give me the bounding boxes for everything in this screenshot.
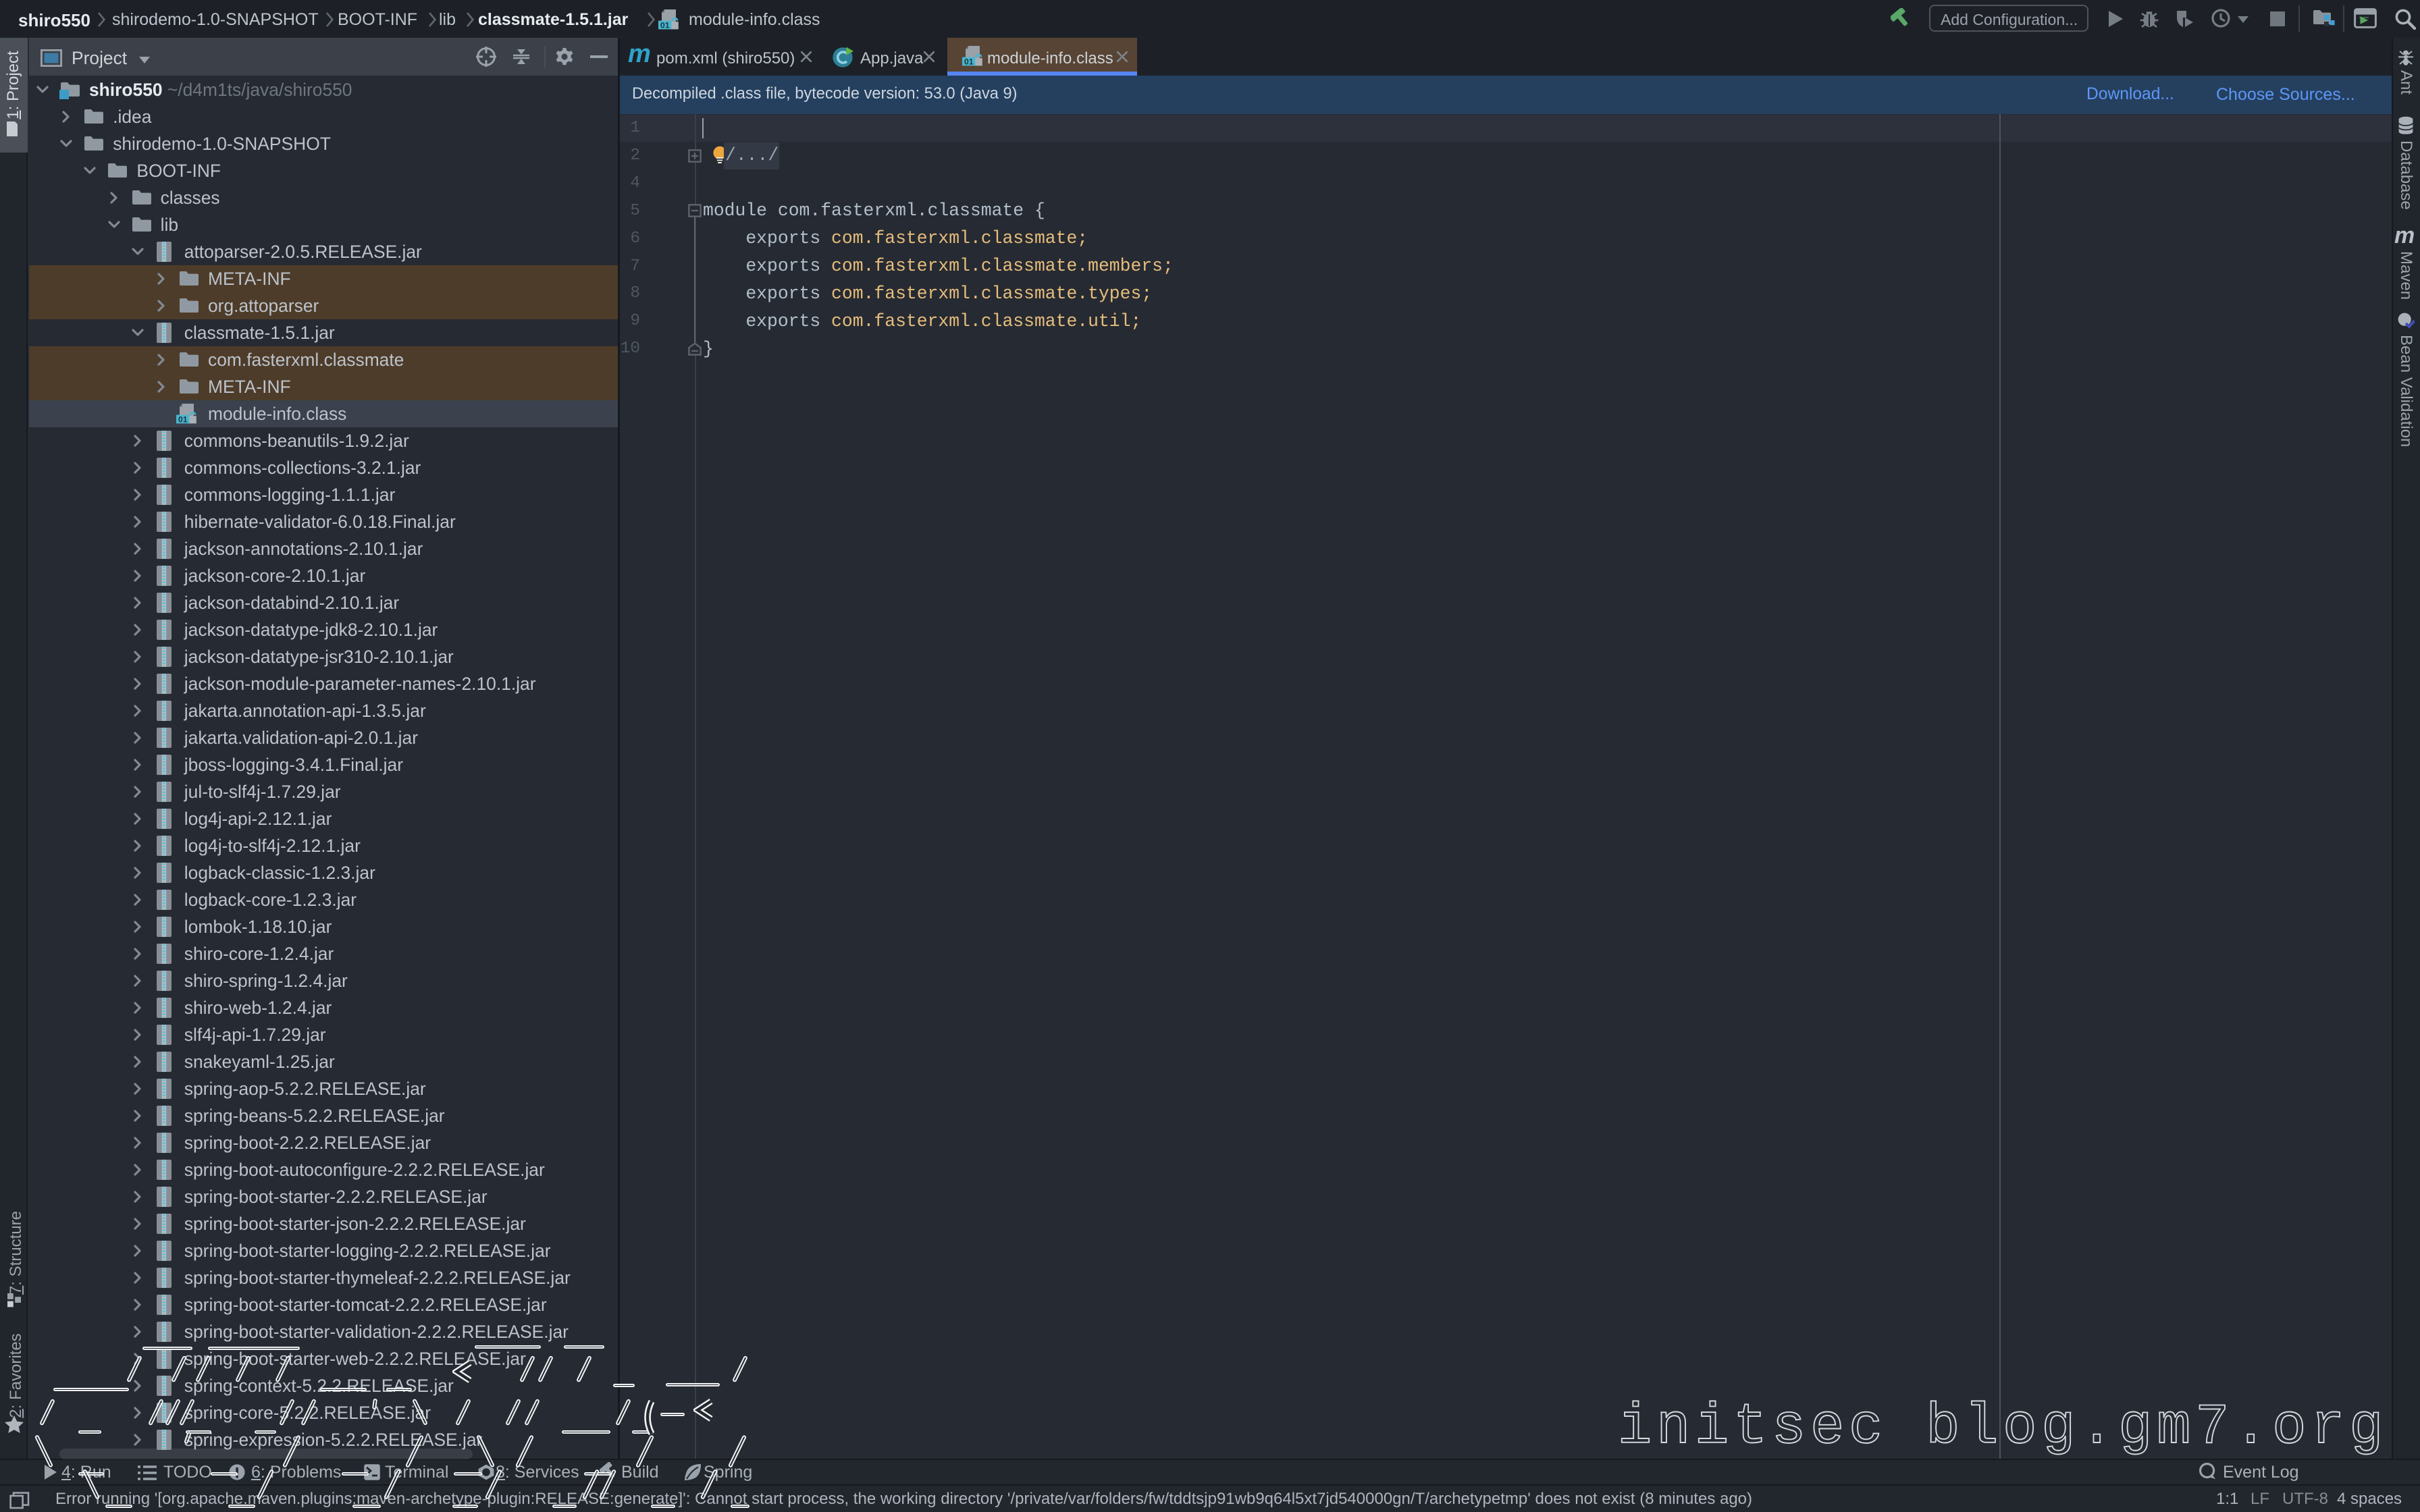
svg-text:01: 01: [178, 414, 188, 424]
svg-text:01: 01: [964, 57, 974, 66]
svg-text:01: 01: [660, 20, 670, 30]
